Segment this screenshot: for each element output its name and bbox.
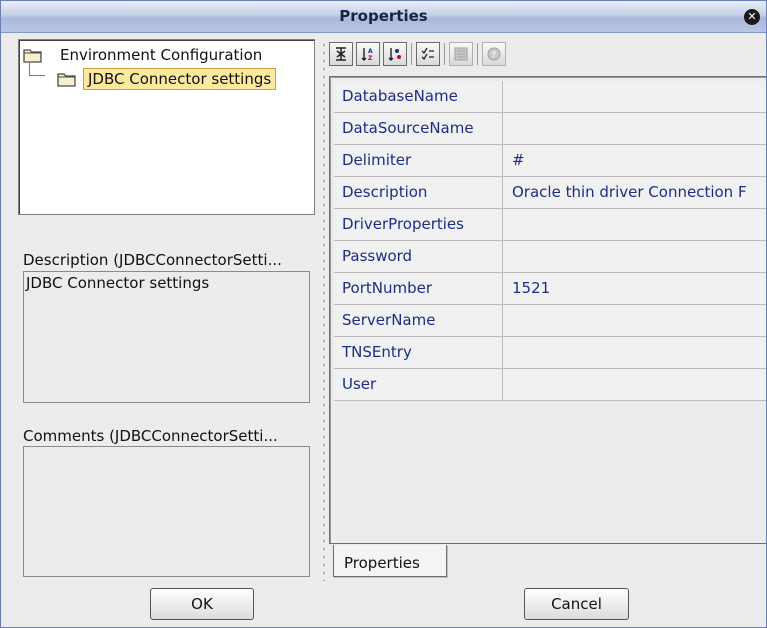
tree-item-environment-configuration[interactable]: Environment Configuration bbox=[23, 44, 262, 66]
help-icon[interactable]: ? bbox=[482, 42, 506, 66]
property-name: Description bbox=[334, 177, 503, 208]
property-value[interactable] bbox=[503, 337, 766, 368]
svg-text:?: ? bbox=[491, 51, 496, 61]
configuration-tree: Environment Configuration JDBC Connector… bbox=[18, 39, 315, 215]
property-row[interactable]: User bbox=[334, 369, 766, 401]
tree-item-label: Environment Configuration bbox=[60, 46, 263, 64]
sort-category-icon[interactable] bbox=[383, 42, 407, 66]
sort-alpha-icon[interactable]: AZ bbox=[356, 42, 380, 66]
folder-icon bbox=[23, 48, 43, 63]
property-grid: DatabaseName DataSourceName Delimiter # Desc… bbox=[334, 81, 766, 401]
property-sheet: DatabaseName DataSourceName Delimiter # Desc… bbox=[329, 76, 766, 544]
property-toolbar: AZ ? bbox=[329, 39, 509, 69]
checklist-icon[interactable] bbox=[416, 42, 440, 66]
property-value[interactable] bbox=[503, 209, 766, 240]
property-row[interactable]: Description Oracle thin driver Connection… bbox=[334, 177, 766, 209]
property-row[interactable]: DriverProperties bbox=[334, 209, 766, 241]
property-value[interactable] bbox=[503, 113, 766, 144]
cancel-button[interactable]: Cancel bbox=[524, 588, 629, 620]
description-field[interactable]: JDBC Connector settings bbox=[23, 271, 310, 403]
property-name: DataSourceName bbox=[334, 113, 503, 144]
toolbar-separator bbox=[411, 43, 412, 65]
panel-splitter[interactable] bbox=[319, 41, 325, 581]
title-bar[interactable]: Properties ✕ bbox=[1, 1, 766, 33]
property-row[interactable]: Delimiter # bbox=[334, 145, 766, 177]
property-value[interactable] bbox=[503, 241, 766, 272]
property-row[interactable]: TNSEntry bbox=[334, 337, 766, 369]
description-label: Description (JDBCConnectorSetti... bbox=[23, 251, 282, 269]
tab-properties[interactable]: Properties bbox=[333, 545, 447, 577]
svg-text:A: A bbox=[368, 48, 373, 55]
property-value[interactable]: Oracle thin driver Connection F bbox=[503, 177, 766, 208]
categorize-icon[interactable] bbox=[329, 42, 353, 66]
property-row[interactable]: DatabaseName bbox=[334, 81, 766, 113]
close-icon[interactable]: ✕ bbox=[744, 9, 760, 25]
property-name: DatabaseName bbox=[334, 81, 503, 112]
property-value[interactable]: 1521 bbox=[503, 273, 766, 304]
toolbar-separator bbox=[477, 43, 478, 65]
property-row[interactable]: PortNumber 1521 bbox=[334, 273, 766, 305]
svg-text:Z: Z bbox=[368, 55, 373, 62]
property-name: TNSEntry bbox=[334, 337, 503, 368]
dialog-title: Properties bbox=[339, 7, 428, 25]
property-row[interactable]: ServerName bbox=[334, 305, 766, 337]
ok-button[interactable]: OK bbox=[150, 588, 254, 620]
folder-icon bbox=[57, 72, 77, 87]
comments-field[interactable] bbox=[23, 446, 310, 577]
property-value[interactable] bbox=[503, 305, 766, 336]
property-value[interactable] bbox=[503, 81, 766, 112]
list-icon[interactable] bbox=[449, 42, 473, 66]
property-row[interactable]: Password bbox=[334, 241, 766, 273]
property-name: DriverProperties bbox=[334, 209, 503, 240]
property-value[interactable]: # bbox=[503, 145, 766, 176]
property-value[interactable] bbox=[503, 369, 766, 400]
property-name: ServerName bbox=[334, 305, 503, 336]
tree-item-jdbc-connector-settings[interactable]: JDBC Connector settings bbox=[25, 68, 277, 90]
property-name: PortNumber bbox=[334, 273, 503, 304]
comments-label: Comments (JDBCConnectorSetti... bbox=[23, 427, 278, 445]
toolbar-separator bbox=[444, 43, 445, 65]
property-name: User bbox=[334, 369, 503, 400]
tree-item-label: JDBC Connector settings bbox=[83, 68, 277, 90]
properties-dialog: Properties ✕ Environment Configuration J… bbox=[0, 0, 767, 628]
property-name: Password bbox=[334, 241, 503, 272]
property-row[interactable]: DataSourceName bbox=[334, 113, 766, 145]
property-name: Delimiter bbox=[334, 145, 503, 176]
